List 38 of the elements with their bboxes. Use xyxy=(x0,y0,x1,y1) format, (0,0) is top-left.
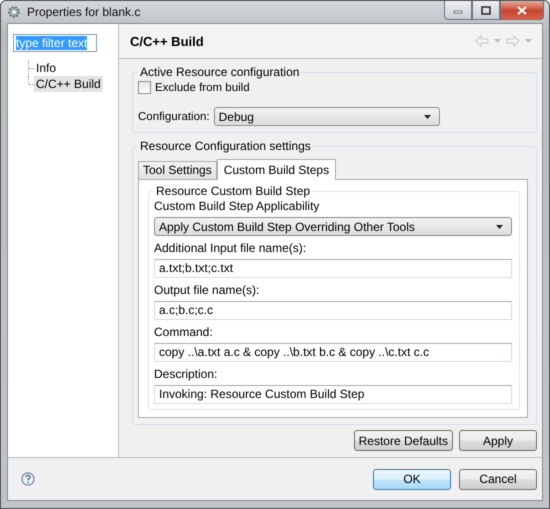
text-field[interactable]: Invoking: Resource Custom Build Step xyxy=(154,385,512,404)
checkbox-label: Exclude from build xyxy=(155,82,250,94)
caret-icon[interactable] xyxy=(494,39,501,43)
close-button[interactable] xyxy=(500,1,544,20)
field-label: Description: xyxy=(154,367,218,381)
checkbox[interactable] xyxy=(138,81,151,94)
help-icon[interactable] xyxy=(21,472,35,486)
text-field[interactable]: a.txt;b.txt;c.txt xyxy=(154,259,512,278)
minimize-button[interactable] xyxy=(444,1,472,20)
tree-item[interactable]: C/C++ Build xyxy=(34,76,103,92)
tab[interactable]: Custom Build Steps xyxy=(216,159,336,180)
page-title: C/C++ Build xyxy=(130,34,205,48)
field-label: Command: xyxy=(154,325,214,339)
button[interactable]: Apply xyxy=(459,430,537,451)
group-title: Resource Configuration settings xyxy=(139,139,312,153)
gear-icon xyxy=(7,5,21,19)
group-title: Active Resource configuration xyxy=(139,65,300,79)
caret-icon xyxy=(496,224,503,228)
close-icon xyxy=(517,6,527,14)
button[interactable]: OK xyxy=(373,468,451,490)
text-field[interactable]: a.c;b.c;c.c xyxy=(154,301,512,320)
tab[interactable]: Tool Settings xyxy=(138,161,217,179)
button[interactable]: Restore Defaults xyxy=(354,430,453,451)
button[interactable]: Cancel xyxy=(459,468,537,490)
group-title: Resource Custom Build Step xyxy=(155,184,312,198)
tree-item[interactable]: Info xyxy=(34,60,58,76)
field-label: Output file name(s): xyxy=(154,283,260,297)
field-label: Additional Input file name(s): xyxy=(154,241,308,255)
caret-icon xyxy=(424,114,431,118)
maximize-button[interactable] xyxy=(472,1,500,20)
field-label: Custom Build Step Applicability xyxy=(154,199,320,213)
field-label: Configuration: xyxy=(138,110,210,122)
maximize-icon xyxy=(481,6,491,14)
applicability-dropdown[interactable]: Apply Custom Build Step Overriding Other Tools xyxy=(154,217,512,236)
configuration-dropdown[interactable]: Debug xyxy=(214,107,440,126)
text-field[interactable]: copy ..\a.txt a.c & copy ..\b.txt b.c & copy ..\c.txt c.c xyxy=(154,343,512,362)
caret-icon[interactable] xyxy=(525,39,532,43)
window-title: Properties for blank.c xyxy=(27,5,142,19)
